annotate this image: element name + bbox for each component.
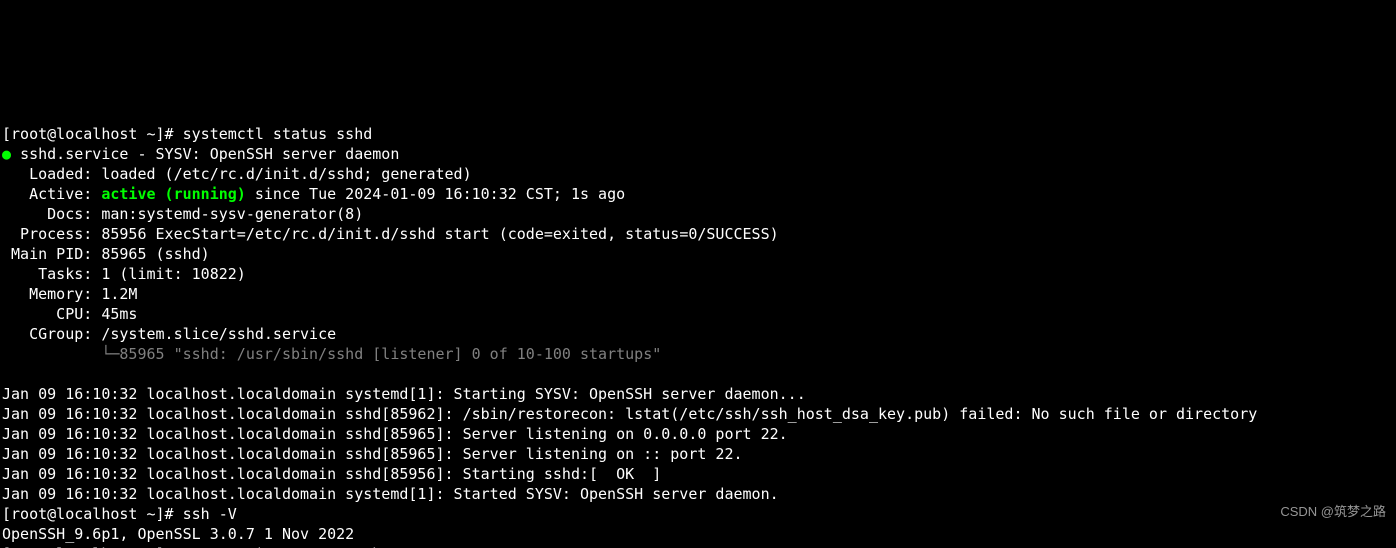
tasks-label: Tasks: (2, 265, 101, 283)
mainpid-label: Main PID: (2, 245, 101, 263)
command: rpm -qa | grep openssh (183, 545, 382, 548)
log-line: Jan 09 16:10:32 localhost.localdomain sy… (2, 485, 779, 503)
loaded-value: loaded (/etc/rc.d/init.d/sshd; generated… (101, 165, 471, 183)
log-line: Jan 09 16:10:32 localhost.localdomain sy… (2, 385, 806, 403)
log-line: Jan 09 16:10:32 localhost.localdomain ss… (2, 405, 1257, 423)
cgroup-tree-pid: 85965 (119, 345, 173, 363)
active-label: Active: (2, 185, 101, 203)
tasks-value: 1 (limit: 10822) (101, 265, 246, 283)
command: ssh -V (183, 505, 237, 523)
prompt: [root@localhost ~]# (2, 545, 183, 548)
process-label: Process: (2, 225, 101, 243)
docs-label: Docs: (2, 205, 101, 223)
command: systemctl status sshd (183, 125, 373, 143)
terminal[interactable]: [root@localhost ~]# systemctl status ssh… (0, 100, 1396, 548)
cgroup-value: /system.slice/sshd.service (101, 325, 336, 343)
log-line: Jan 09 16:10:32 localhost.localdomain ss… (2, 425, 788, 443)
memory-value: 1.2M (101, 285, 137, 303)
service-header: sshd.service - SYSV: OpenSSH server daem… (20, 145, 399, 163)
status-bullet-icon: ● (2, 145, 20, 163)
loaded-label: Loaded: (2, 165, 101, 183)
prompt: [root@localhost ~]# (2, 505, 183, 523)
prompt: [root@localhost ~]# (2, 125, 183, 143)
process-value: 85956 ExecStart=/etc/rc.d/init.d/sshd st… (101, 225, 778, 243)
watermark: CSDN @筑梦之路 (1280, 502, 1386, 522)
cgroup-tree-prefix: └─ (2, 345, 119, 363)
cpu-label: CPU: (2, 305, 101, 323)
cpu-value: 45ms (101, 305, 137, 323)
cgroup-label: CGroup: (2, 325, 101, 343)
active-tail: since Tue 2024-01-09 16:10:32 CST; 1s ag… (246, 185, 625, 203)
cgroup-tree-cmd: "sshd: /usr/sbin/sshd [listener] 0 of 10… (174, 345, 662, 363)
log-line: Jan 09 16:10:32 localhost.localdomain ss… (2, 445, 743, 463)
docs-value: man:systemd-sysv-generator(8) (101, 205, 363, 223)
memory-label: Memory: (2, 285, 101, 303)
mainpid-value: 85965 (sshd) (101, 245, 209, 263)
log-line: Jan 09 16:10:32 localhost.localdomain ss… (2, 465, 661, 483)
active-value: active (running) (101, 185, 246, 203)
